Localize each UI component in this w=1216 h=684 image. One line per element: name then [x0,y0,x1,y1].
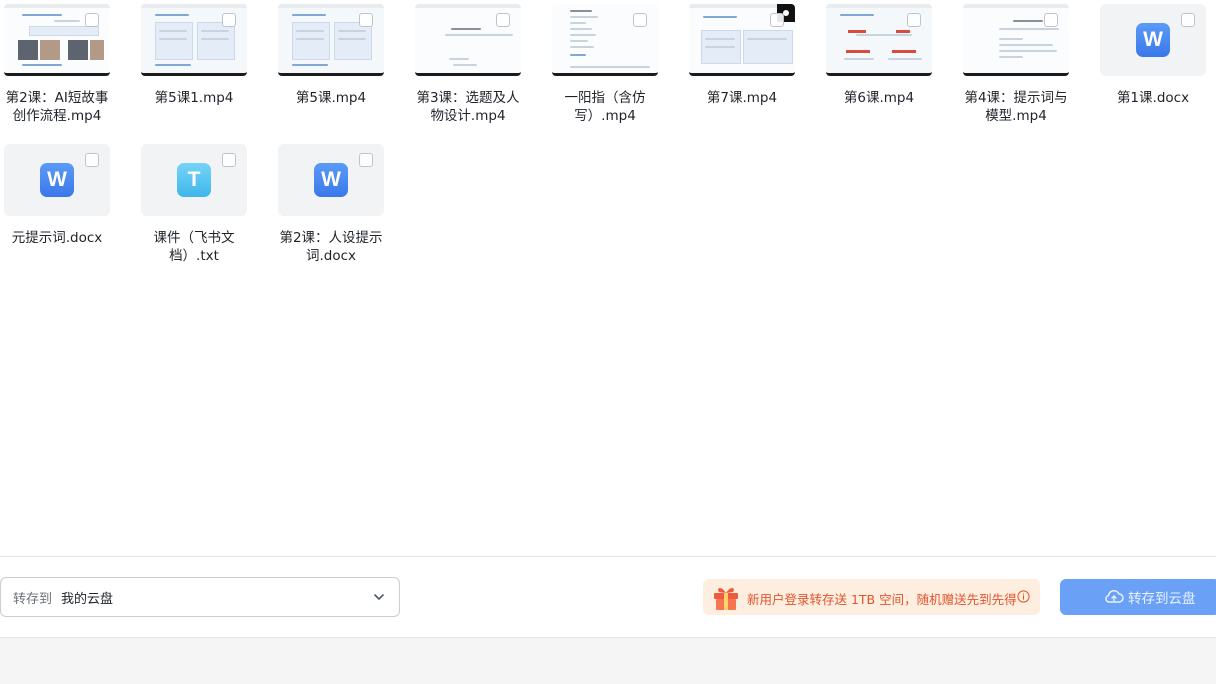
file-name: 第4课：提示词与模型.mp4 [964,90,1068,124]
gift-icon [714,587,738,610]
word-doc-icon: W [40,163,74,197]
file-name: 元提示词.docx [11,230,103,246]
select-checkbox[interactable] [359,13,373,27]
file-name: 第5课1.mp4 [154,90,234,106]
file-name: 第6课.mp4 [843,90,915,106]
save-to-cloud-button[interactable]: 转存到云盘 [1060,579,1216,615]
select-checkbox[interactable] [1044,13,1058,27]
select-checkbox[interactable] [907,13,921,27]
file-tile[interactable]: 第7课.mp4 [689,4,795,107]
select-checkbox[interactable] [770,13,784,27]
file-name: 第5课.mp4 [295,90,367,106]
select-checkbox[interactable] [1181,13,1195,27]
select-checkbox[interactable] [633,13,647,27]
file-tile[interactable]: 一阳指（含仿写）.mp4 [552,4,658,125]
word-doc-icon: W [1136,23,1170,57]
promo-text: 新用户登录转存送 1TB 空间，随机赠送先到先得 [747,592,1017,607]
file-tile[interactable]: W 第1课.docx [1100,4,1206,107]
file-tile[interactable]: 第3课：选题及人物设计.mp4 [415,4,521,125]
info-icon[interactable] [1017,590,1030,603]
file-tile[interactable]: 第5课1.mp4 [141,4,247,107]
select-checkbox[interactable] [85,13,99,27]
file-name: 第2课：人设提示词.docx [279,230,383,264]
select-checkbox[interactable] [222,13,236,27]
select-checkbox[interactable] [222,153,236,167]
destination-value: 我的云盘 [61,591,114,607]
save-button-label: 转存到云盘 [1128,591,1196,607]
chevron-down-icon [374,594,384,600]
cloud-upload-icon [1105,589,1124,603]
promo-banner[interactable]: 新用户登录转存送 1TB 空间，随机赠送先到先得 [703,579,1040,615]
select-checkbox[interactable] [359,153,373,167]
word-doc-icon: W [314,163,348,197]
destination-label: 转存到 [13,591,53,607]
file-tile[interactable]: 第5课.mp4 [278,4,384,107]
bottom-bar [0,637,1216,684]
text-file-icon: T [177,163,211,197]
file-name: 课件（飞书文档）.txt [153,230,235,264]
select-checkbox[interactable] [85,153,99,167]
footer-divider [0,556,1216,557]
file-tile[interactable]: W 元提示词.docx [4,144,110,247]
destination-select[interactable]: 转存到 我的云盘 [0,577,400,617]
file-tile[interactable]: T 课件（飞书文档）.txt [141,144,247,265]
file-tile[interactable]: W 第2课：人设提示词.docx [278,144,384,265]
file-tile[interactable]: 第4课：提示词与模型.mp4 [963,4,1069,125]
file-tile[interactable]: 第6课.mp4 [826,4,932,107]
file-name: 第2课：AI短故事创作流程.mp4 [5,90,109,124]
select-checkbox[interactable] [496,13,510,27]
file-name: 第3课：选题及人物设计.mp4 [416,90,520,124]
file-name: 一阳指（含仿写）.mp4 [564,90,646,124]
file-name: 第1课.docx [1116,90,1190,106]
file-name: 第7课.mp4 [706,90,778,106]
file-tile[interactable]: 第2课：AI短故事创作流程.mp4 [4,4,110,125]
